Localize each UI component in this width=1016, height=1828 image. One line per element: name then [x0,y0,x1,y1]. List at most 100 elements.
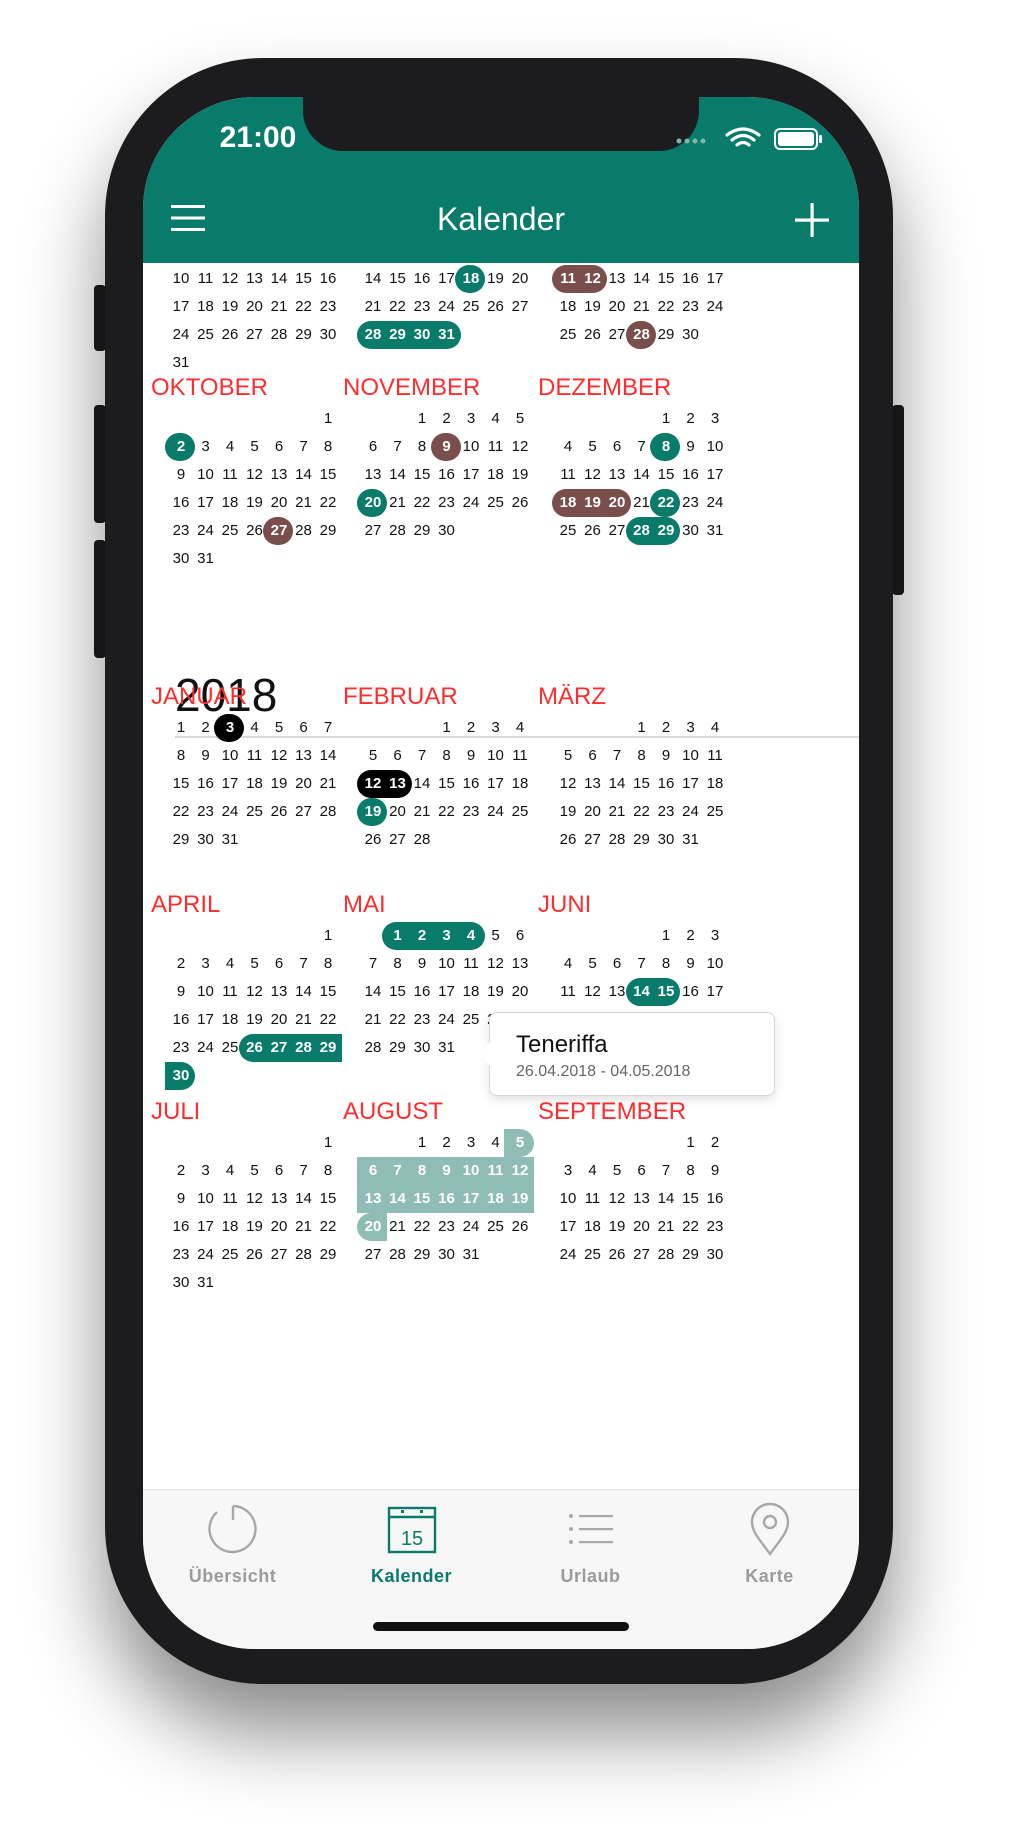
popover-dates: 26.04.2018 - 04.05.2018 [516,1063,691,1080]
calendar-day[interactable]: 30 [433,521,461,541]
notch [303,97,699,151]
calendar-day[interactable]: 26 [506,1217,534,1237]
list-icon [569,1514,613,1544]
calendar-day[interactable]: 8 [314,437,342,457]
calendar-day[interactable]: 22 [314,493,342,513]
calendar-day[interactable]: 11 [701,746,729,766]
calendar-day[interactable]: 10 [701,954,729,974]
calendar-day[interactable]: 24 [701,297,729,317]
calendar-day[interactable]: 19 [506,1189,534,1209]
calendar-day[interactable]: 29 [314,1245,342,1265]
calendar-day[interactable]: 16 [314,269,342,289]
calendar-day[interactable]: 31 [192,1273,220,1293]
calendar-day[interactable]: 27 [506,297,534,317]
tab-urlaub[interactable]: Urlaub [501,1490,680,1600]
calendar-day[interactable]: 23 [314,297,342,317]
calendar-day[interactable]: 16 [701,1189,729,1209]
calendar-day[interactable]: 4 [701,718,729,738]
calendar-day[interactable]: 1 [314,926,342,946]
tab-karte[interactable]: Karte [680,1490,859,1600]
calendar-day[interactable]: 2 [701,1133,729,1153]
calendar-day[interactable]: 30 [314,325,342,345]
tab-label: Übersicht [188,1566,277,1586]
calendar-day[interactable]: 29 [314,521,342,541]
popover-title: Teneriffa [516,1031,608,1058]
calendar-day[interactable]: 28 [314,802,342,822]
calendar-day[interactable]: 20 [506,269,534,289]
calendar-day[interactable]: 7 [314,718,342,738]
calendar-day[interactable]: 31 [457,1245,485,1265]
month-label: APRIL [151,891,221,918]
tab-label: Karte [745,1566,794,1586]
ring-progress-icon [208,1504,257,1554]
month-label: OKTOBER [151,374,268,401]
calendar-day[interactable]: 31 [433,1038,461,1058]
calendar-day[interactable]: 15 [314,982,342,1002]
calendar-day[interactable]: 3 [701,409,729,429]
vacation-popover[interactable]: Teneriffa 26.04.2018 - 04.05.2018 [478,1012,775,1096]
tab-label: Urlaub [560,1566,621,1586]
calendar-day[interactable]: 10 [701,437,729,457]
calendar-day[interactable]: 31 [433,325,461,345]
calendar-day[interactable]: 17 [701,982,729,1002]
calendar-day[interactable]: 12 [506,1161,534,1181]
calendar-day[interactable]: 31 [216,830,244,850]
tab-uebersicht[interactable]: Übersicht [143,1490,322,1600]
calendar-day[interactable]: 28 [408,830,436,850]
home-indicator [373,1622,629,1631]
calendar-day[interactable]: 15 [314,1189,342,1209]
calendar-icon-day: 15 [401,1528,423,1550]
month-label: JULI [151,1098,201,1125]
calendar-day[interactable]: 18 [701,774,729,794]
month-label: NOVEMBER [343,374,481,401]
calendar-day[interactable]: 17 [701,269,729,289]
calendar-day[interactable]: 20 [506,982,534,1002]
calendar-day[interactable]: 14 [314,746,342,766]
calendar-day[interactable]: 15 [314,465,342,485]
month-label: AUGUST [343,1098,444,1125]
calendar-day[interactable]: 22 [314,1217,342,1237]
power-button [892,405,904,595]
calendar-day[interactable]: 5 [506,1133,534,1153]
calendar-day[interactable]: 30 [677,325,705,345]
calendar-day[interactable]: 19 [506,465,534,485]
calendar-day[interactable]: 1 [314,1133,342,1153]
calendar-day[interactable]: 30 [701,1245,729,1265]
calendar-day[interactable]: 11 [506,746,534,766]
calendar-day[interactable]: 31 [167,353,195,373]
calendar-day[interactable]: 13 [506,954,534,974]
calendar-day[interactable]: 9 [701,1161,729,1181]
tab-bar: Übersicht 15 Kalender Urlaub Karte [143,1489,859,1649]
add-icon[interactable] [793,201,831,239]
calendar-day[interactable]: 6 [506,926,534,946]
calendar-day[interactable]: 18 [506,774,534,794]
calendar-day[interactable]: 31 [192,549,220,569]
tab-label: Kalender [370,1566,453,1586]
popover-arrow [478,1041,491,1067]
calendar-day[interactable]: 4 [506,718,534,738]
navigation-bar: 21:00 Kalender [143,97,859,263]
calendar-day[interactable]: 1 [314,409,342,429]
app-screen: 21:00 Kalender 2018 10 11 12 13 14 15 16… [143,97,859,1649]
calendar-day[interactable]: 3 [701,926,729,946]
calendar-day[interactable]: 8 [314,954,342,974]
calendar-day[interactable]: 26 [506,493,534,513]
calendar-day[interactable]: 24 [701,493,729,513]
calendar-day[interactable]: 12 [506,437,534,457]
calendar-day[interactable]: 31 [677,830,705,850]
page-title: Kalender [436,201,566,237]
calendar-day[interactable]: 17 [701,465,729,485]
calendar-day[interactable]: 25 [506,802,534,822]
tab-kalender[interactable]: 15 Kalender [322,1490,501,1600]
calendar-day[interactable]: 29 [314,1038,342,1058]
calendar-day[interactable]: 23 [701,1217,729,1237]
calendar-day[interactable]: 22 [314,1010,342,1030]
map-pin-icon [750,1502,790,1556]
calendar-day[interactable]: 21 [314,774,342,794]
month-label: FEBRUAR [343,683,458,710]
calendar-day[interactable]: 8 [314,1161,342,1181]
calendar-day[interactable]: 5 [506,409,534,429]
calendar-day[interactable]: 31 [701,521,729,541]
calendar-day[interactable]: 30 [167,1066,195,1086]
calendar-day[interactable]: 25 [701,802,729,822]
